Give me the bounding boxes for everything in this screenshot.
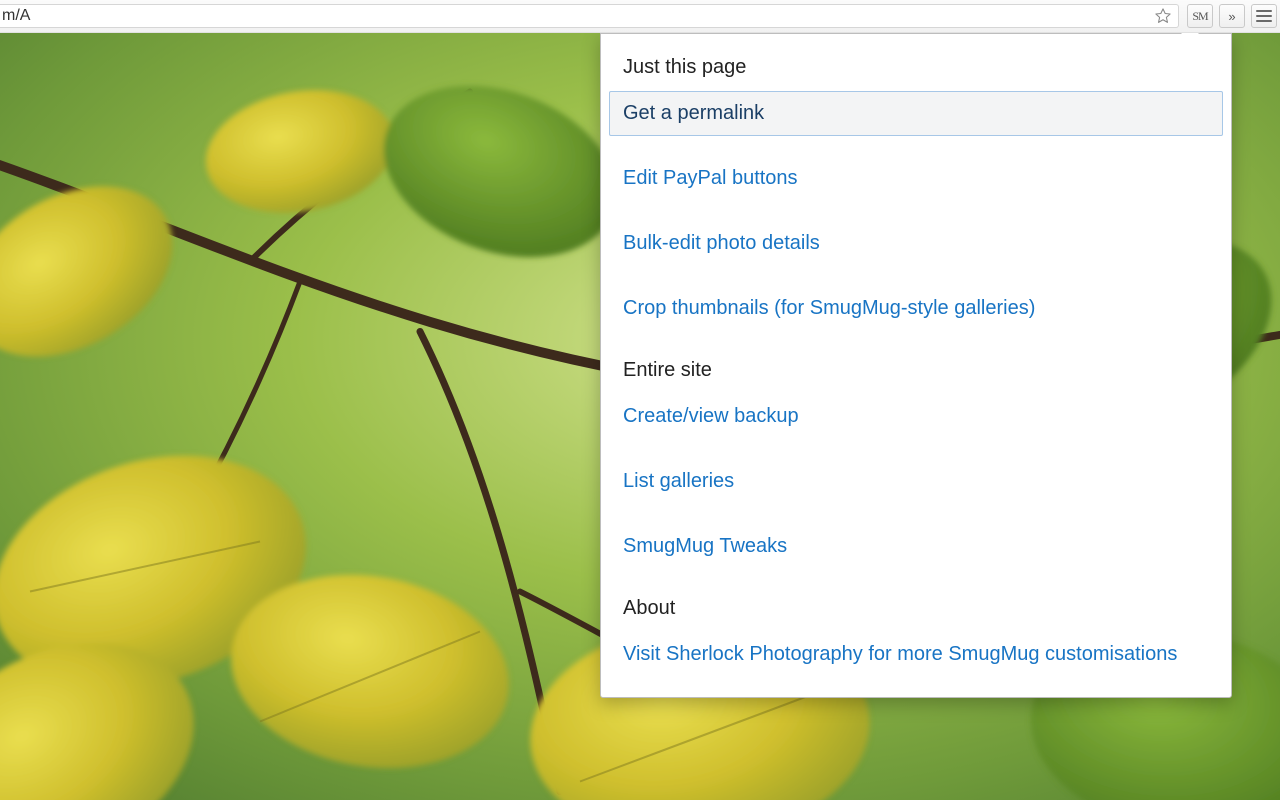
omnibox-url: m/A <box>2 7 1148 25</box>
menu-item-visit-sherlock-photography[interactable]: Visit Sherlock Photography for more Smug… <box>609 632 1223 677</box>
menu-item-crop-thumbnails[interactable]: Crop thumbnails (for SmugMug-style galle… <box>609 286 1223 331</box>
menu-item-smugmug-tweaks[interactable]: SmugMug Tweaks <box>609 524 1223 569</box>
menu-item-bulk-edit-photo-details[interactable]: Bulk-edit photo details <box>609 221 1223 266</box>
extensions-overflow-button[interactable]: » <box>1219 4 1245 28</box>
chevron-right-icon: » <box>1228 9 1235 24</box>
omnibox[interactable]: m/A <box>0 4 1179 28</box>
extension-popup: Just this page Get a permalink Edit PayP… <box>600 33 1232 698</box>
menu-item-get-permalink[interactable]: Get a permalink <box>609 91 1223 136</box>
section-title-just-this-page: Just this page <box>609 48 1223 91</box>
extension-button-label: SM <box>1192 9 1207 24</box>
browser-toolbar: m/A SM » <box>0 0 1280 33</box>
extension-button-smugmug[interactable]: SM <box>1187 4 1213 28</box>
page-content: Just this page Get a permalink Edit PayP… <box>0 33 1280 800</box>
menu-item-edit-paypal-buttons[interactable]: Edit PayPal buttons <box>609 156 1223 201</box>
section-title-entire-site: Entire site <box>609 351 1223 394</box>
hamburger-icon <box>1256 10 1272 22</box>
menu-item-create-view-backup[interactable]: Create/view backup <box>609 394 1223 439</box>
menu-item-list-galleries[interactable]: List galleries <box>609 459 1223 504</box>
section-title-about: About <box>609 589 1223 632</box>
bookmark-star-icon[interactable] <box>1154 7 1172 25</box>
browser-menu-button[interactable] <box>1251 4 1277 28</box>
